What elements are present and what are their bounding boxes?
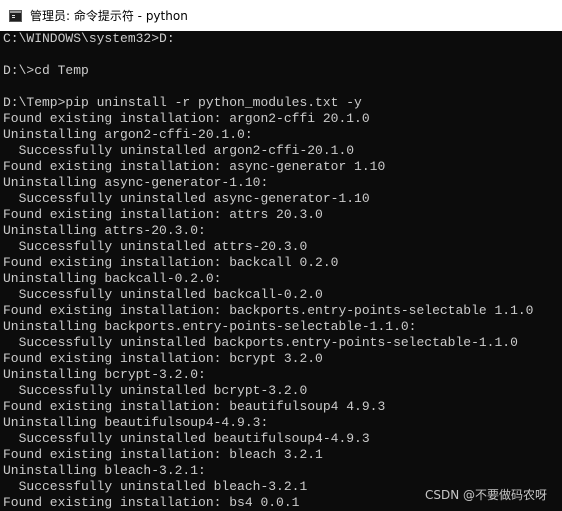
console-line: Successfully uninstalled async-generator… — [3, 191, 370, 206]
console-line: Found existing installation: bleach 3.2.… — [3, 447, 323, 462]
command-prompt-window: 管理员: 命令提示符 - python C:\WINDOWS\system32>… — [0, 0, 562, 511]
console-line: Uninstalling bleach-3.2.1: — [3, 463, 206, 478]
console-line: Found existing installation: beautifulso… — [3, 399, 386, 414]
console-line: Found existing installation: attrs 20.3.… — [3, 207, 323, 222]
title-bar[interactable]: 管理员: 命令提示符 - python — [0, 0, 562, 31]
console-line: Successfully uninstalled attrs-20.3.0 — [3, 239, 308, 254]
console-line: Successfully uninstalled bcrypt-3.2.0 — [3, 383, 308, 398]
console-line: Successfully uninstalled argon2-cffi-20.… — [3, 143, 355, 158]
console-line: Found existing installation: argon2-cffi… — [3, 111, 370, 126]
console-line: Uninstalling argon2-cffi-20.1.0: — [3, 127, 253, 142]
console-line: D:\>cd Temp — [3, 63, 89, 78]
console-line: Successfully uninstalled backports.entry… — [3, 335, 518, 350]
window-title: 管理员: 命令提示符 - python — [30, 9, 188, 23]
console-line: Successfully uninstalled backcall-0.2.0 — [3, 287, 323, 302]
console-line: Uninstalling async-generator-1.10: — [3, 175, 269, 190]
cmd-icon — [9, 9, 22, 22]
console-line: Found existing installation: backports.e… — [3, 303, 534, 318]
console-line: Uninstalling backports.entry-points-sele… — [3, 319, 417, 334]
console-line: Uninstalling backcall-0.2.0: — [3, 271, 222, 286]
console-line: Uninstalling beautifulsoup4-4.9.3: — [3, 415, 269, 430]
watermark: CSDN @不要做码农呀 — [424, 488, 547, 502]
console-line: Uninstalling bcrypt-3.2.0: — [3, 367, 206, 382]
console-line: Found existing installation: bcrypt 3.2.… — [3, 351, 323, 366]
console-output[interactable]: C:\WINDOWS\system32>D: D:\>cd Temp D:\Temp… — [3, 31, 562, 511]
console-line: Found existing installation: async-gener… — [3, 159, 386, 174]
console-line: Successfully uninstalled beautifulsoup4-… — [3, 431, 370, 446]
console-line: Uninstalling attrs-20.3.0: — [3, 223, 206, 238]
console-line: Found existing installation: backcall 0.… — [3, 255, 339, 270]
console-line: C:\WINDOWS\system32>D: — [3, 31, 175, 46]
console-line: D:\Temp>pip uninstall -r python_modules.… — [3, 95, 362, 110]
